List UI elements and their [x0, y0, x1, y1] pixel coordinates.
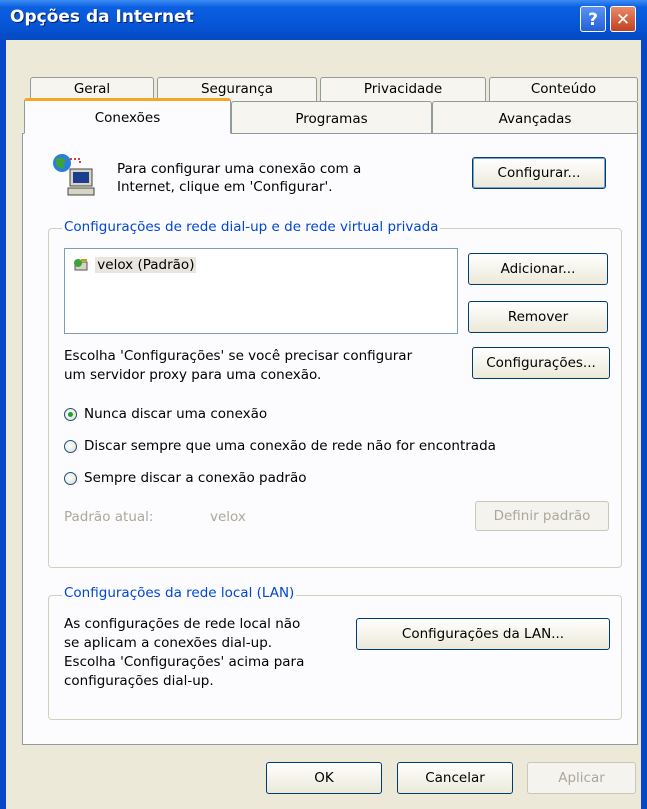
radio-selected-dot	[68, 412, 73, 417]
tab-label: Conexões	[94, 110, 161, 126]
lan-text-line1: As configurações de rede local não	[64, 616, 301, 632]
remove-button[interactable]: Remover	[468, 301, 608, 333]
tab-conteudo[interactable]: Conteúdo	[489, 77, 638, 101]
radio-dial-when-no-network[interactable]: Discar sempre que uma conexão de rede nã…	[64, 437, 584, 457]
intro-text-line2: Internet, clique em 'Configurar'.	[117, 179, 333, 195]
settings-button[interactable]: Configurações...	[472, 347, 610, 379]
ok-button[interactable]: OK	[266, 762, 382, 794]
proxy-text-line2: um servidor proxy para uma conexão.	[64, 367, 322, 383]
tab-avancadas[interactable]: Avançadas	[432, 101, 638, 133]
dialup-group-legend: Configurações de rede dial-up e de rede …	[62, 219, 441, 235]
intro-text-line1: Para configurar uma conexão com a	[117, 161, 362, 177]
add-button[interactable]: Adicionar...	[468, 253, 608, 285]
lan-text-line2: se aplicam a conexões dial-up.	[64, 635, 273, 651]
tab-label: Geral	[73, 81, 111, 97]
tab-privacidade[interactable]: Privacidade	[320, 77, 486, 101]
lan-group-legend: Configurações da rede local (LAN)	[62, 585, 297, 601]
radio-button[interactable]	[64, 472, 77, 485]
tab-label: Avançadas	[498, 111, 572, 127]
set-default-button[interactable]: Definir padrão	[475, 501, 609, 531]
lan-text-line4: configurações dial-up.	[64, 673, 214, 689]
window-border-right	[641, 40, 647, 809]
dialup-connection-icon	[71, 257, 91, 273]
tab-label: Privacidade	[363, 81, 443, 97]
radio-label: Nunca discar uma conexão	[84, 406, 268, 422]
tab-label: Conteúdo	[530, 81, 597, 97]
close-button[interactable]: ✕	[610, 6, 636, 32]
cancel-button[interactable]: Cancelar	[397, 762, 513, 794]
help-button[interactable]: ?	[580, 6, 606, 32]
radio-button[interactable]	[64, 408, 77, 421]
radio-button[interactable]	[64, 440, 77, 453]
list-item[interactable]: velox (Padrão)	[71, 255, 197, 275]
tab-label: Segurança	[200, 81, 274, 97]
tab-programas[interactable]: Programas	[231, 101, 432, 133]
radio-label: Discar sempre que uma conexão de rede nã…	[84, 438, 496, 454]
radio-always-dial-default[interactable]: Sempre discar a conexão padrão	[64, 469, 364, 489]
title-bar[interactable]: Opções da Internet ? ✕	[0, 0, 647, 40]
network-computer-icon	[48, 151, 98, 201]
proxy-text-line1: Escolha 'Configurações' se você precisar…	[64, 348, 413, 364]
radio-never-dial[interactable]: Nunca discar uma conexão	[64, 405, 364, 425]
window-title: Opções da Internet	[10, 7, 194, 27]
window-border-left	[0, 40, 6, 809]
lan-settings-button[interactable]: Configurações da LAN...	[356, 618, 610, 650]
tab-conexoes[interactable]: Conexões	[24, 98, 231, 134]
radio-label: Sempre discar a conexão padrão	[84, 470, 307, 486]
internet-options-window: Opções da Internet ? ✕ Geral Segurança P…	[0, 0, 647, 809]
tab-label: Programas	[295, 111, 368, 127]
current-default-value: velox	[210, 509, 246, 525]
apply-button[interactable]: Aplicar	[527, 762, 636, 794]
lan-text-line3: Escolha 'Configurações' acima para	[64, 654, 305, 670]
connections-list[interactable]: velox (Padrão)	[64, 248, 458, 334]
setup-button[interactable]: Configurar...	[472, 157, 606, 189]
connection-name: velox (Padrão)	[95, 257, 197, 273]
current-default-label: Padrão atual:	[64, 509, 154, 525]
